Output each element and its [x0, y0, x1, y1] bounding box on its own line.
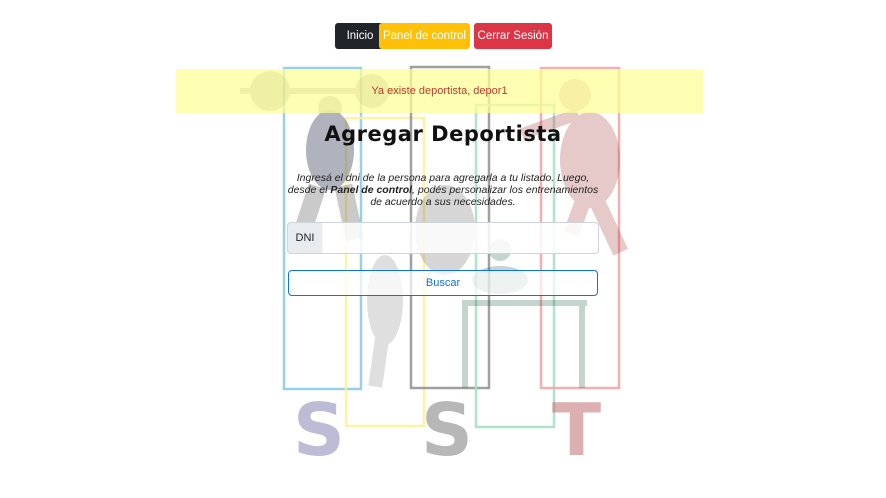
search-button[interactable]: Buscar	[288, 270, 598, 296]
logo-letter: S	[293, 388, 345, 472]
home-button[interactable]: Inicio	[335, 23, 385, 49]
dni-input[interactable]	[322, 222, 599, 254]
top-nav: Inicio Panel de control Cerrar Sesión	[0, 23, 886, 49]
control-panel-button[interactable]: Panel de control	[379, 23, 470, 49]
logo-letter: S	[421, 388, 473, 472]
page-description: Ingresá el dni de la persona para agrega…	[286, 172, 600, 208]
logout-button[interactable]: Cerrar Sesión	[474, 23, 552, 49]
page-title: Agregar Deportista	[324, 122, 562, 146]
alert-message: Ya existe deportista, depor1	[371, 85, 508, 97]
description-bold-link: Panel de control	[330, 184, 413, 196]
logo-letter: T	[552, 388, 601, 472]
dni-input-group: DNI	[287, 222, 599, 254]
dni-label: DNI	[287, 222, 323, 254]
alert-banner: Ya existe deportista, depor1	[176, 69, 703, 113]
